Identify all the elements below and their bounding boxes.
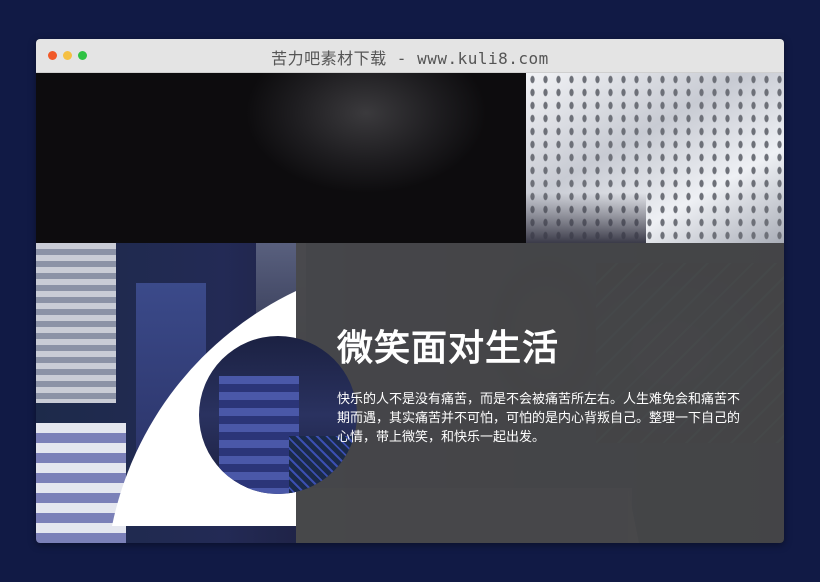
hero-heading: 微笑面对生活	[337, 328, 560, 369]
browser-window: 苦力吧素材下载 - www.kuli8.com 微笑面对生活 快乐的人不是没有痛…	[36, 39, 784, 543]
overlay-slant-edge	[628, 488, 639, 543]
hero-paragraph: 快乐的人不是没有痛苦，而是不会被痛苦所左右。人生难免会和痛苦不期而遇，其实痛苦并…	[337, 392, 741, 445]
overlay-slant	[628, 488, 639, 543]
circle-window	[199, 336, 357, 494]
circle-building	[219, 376, 299, 494]
